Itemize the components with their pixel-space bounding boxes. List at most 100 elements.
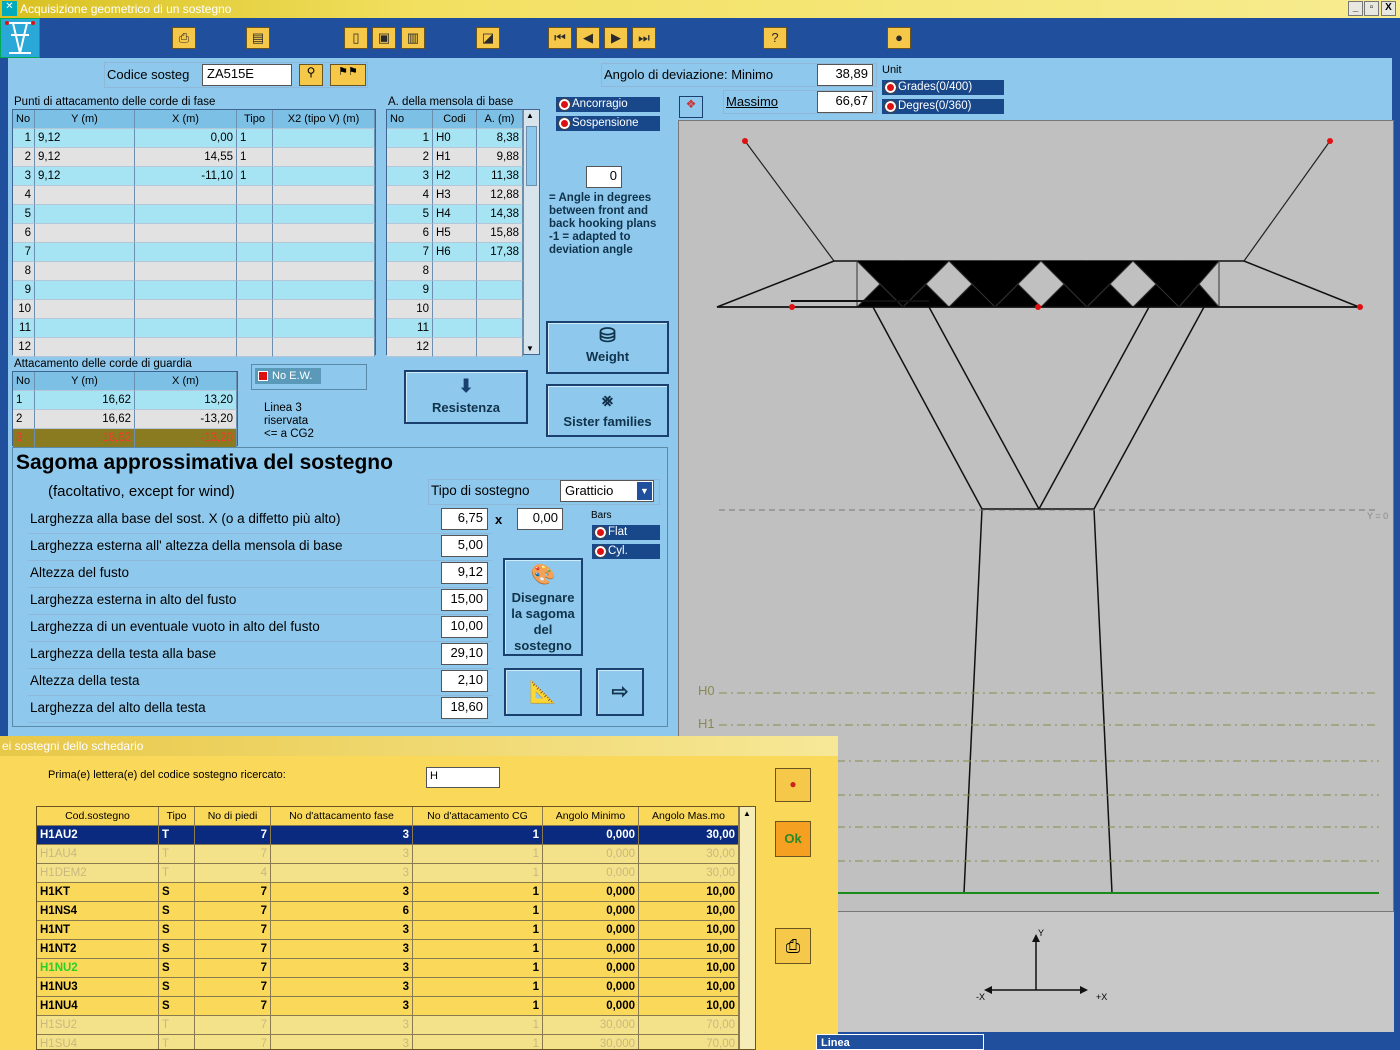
table-cell[interactable]: 0,000: [543, 883, 639, 902]
minimize-button[interactable]: _: [1348, 1, 1363, 16]
help-icon[interactable]: ?: [763, 27, 787, 49]
table-cell[interactable]: 3: [271, 883, 413, 902]
tipo-select[interactable]: Gratticio ▼: [560, 480, 654, 502]
table-cell[interactable]: 2: [387, 148, 433, 167]
angolo-max-input[interactable]: 66,67: [817, 91, 873, 113]
table-cell[interactable]: 12: [13, 338, 35, 357]
table-row[interactable]: H1NU4 S 7 3 1 0,000 10,00: [37, 997, 739, 1016]
table-cell[interactable]: 9,88: [477, 148, 523, 167]
column-header[interactable]: Angolo Mas.mo: [639, 807, 739, 826]
table-cell[interactable]: 16,62: [35, 391, 135, 410]
table-row[interactable]: H1KT S 7 3 1 0,000 10,00: [37, 883, 739, 902]
table-cell[interactable]: 0,000: [543, 864, 639, 883]
table-cell[interactable]: [35, 224, 135, 243]
table-cell[interactable]: [237, 300, 273, 319]
table-cell[interactable]: H5: [433, 224, 477, 243]
table-cell[interactable]: [273, 129, 375, 148]
table-cell[interactable]: T: [159, 826, 195, 845]
table-cell[interactable]: -13,20: [135, 429, 237, 448]
table-cell[interactable]: 30,00: [639, 845, 739, 864]
column-header[interactable]: No: [13, 110, 35, 129]
table-row[interactable]: 10: [387, 300, 539, 319]
table-cell[interactable]: 0,000: [543, 997, 639, 1016]
table-cell[interactable]: 10,00: [639, 978, 739, 997]
scroll-up-icon[interactable]: ▲: [743, 809, 751, 818]
table-cell[interactable]: H6: [433, 243, 477, 262]
table-cell[interactable]: 13,20: [135, 391, 237, 410]
table-cell[interactable]: 16,62: [35, 410, 135, 429]
table-row[interactable]: 1 9,12 0,00 1: [13, 129, 375, 148]
color-palette-icon[interactable]: ❖: [679, 96, 703, 118]
table-cell[interactable]: 3: [271, 845, 413, 864]
table-row[interactable]: H1NS4 S 7 6 1 0,000 10,00: [37, 902, 739, 921]
scroll-up-icon[interactable]: ▲: [526, 111, 534, 120]
table-cell[interactable]: H1NS4: [37, 902, 159, 921]
table-cell[interactable]: S: [159, 902, 195, 921]
column-header[interactable]: No: [13, 372, 35, 391]
column-header[interactable]: A. (m): [477, 110, 523, 129]
table-cell[interactable]: [433, 262, 477, 281]
table-cell[interactable]: [135, 319, 237, 338]
table-cell[interactable]: S: [159, 883, 195, 902]
table-cell[interactable]: H4: [433, 205, 477, 224]
table-cell[interactable]: [35, 205, 135, 224]
table-row[interactable]: 7: [13, 243, 375, 262]
table-row[interactable]: 12: [13, 338, 375, 357]
sagoma-field-input[interactable]: 15,00: [441, 589, 488, 611]
sostegni-table[interactable]: Cod.sostegno Tipo No di piedi No d'attacame…: [36, 806, 756, 1050]
table-cell[interactable]: 10,00: [639, 921, 739, 940]
table-cell[interactable]: T: [159, 845, 195, 864]
table-cell[interactable]: [35, 300, 135, 319]
table-row[interactable]: H1SU4 T 7 3 1 30,000 70,00: [37, 1035, 739, 1049]
table-cell[interactable]: 1: [413, 940, 543, 959]
table-cell[interactable]: [35, 186, 135, 205]
column-header[interactable]: X (m): [135, 372, 237, 391]
table-cell[interactable]: 17,38: [477, 243, 523, 262]
table-cell[interactable]: 9,12: [35, 129, 135, 148]
table-cell[interactable]: S: [159, 959, 195, 978]
table-cell[interactable]: [273, 243, 375, 262]
table-row[interactable]: 9: [387, 281, 539, 300]
table-row[interactable]: 5 H4 14,38: [387, 205, 539, 224]
table-row[interactable]: 7 H6 17,38: [387, 243, 539, 262]
table-cell[interactable]: S: [159, 997, 195, 1016]
table-cell[interactable]: 1: [387, 129, 433, 148]
ok-button[interactable]: Ok: [775, 821, 811, 857]
table-cell[interactable]: 10,00: [639, 959, 739, 978]
column-header[interactable]: Tipo: [159, 807, 195, 826]
table-cell[interactable]: [477, 338, 523, 357]
eraser-icon[interactable]: ◪: [476, 27, 500, 49]
first-record-icon[interactable]: ⏮: [548, 27, 572, 49]
table-cell[interactable]: H1NU4: [37, 997, 159, 1016]
column-header[interactable]: X2 (tipo V) (m): [273, 110, 375, 129]
table-cell[interactable]: 30,00: [639, 826, 739, 845]
table-row[interactable]: 3 9,12 -11,10 1: [13, 167, 375, 186]
table-row[interactable]: H1NU3 S 7 3 1 0,000 10,00: [37, 978, 739, 997]
sagoma-field-input[interactable]: 29,10: [441, 643, 488, 665]
table-row[interactable]: H1NT2 S 7 3 1 0,000 10,00: [37, 940, 739, 959]
table-cell[interactable]: 3: [271, 1016, 413, 1035]
table-cell[interactable]: [433, 281, 477, 300]
table-cell[interactable]: 3: [271, 864, 413, 883]
sagoma-field-input[interactable]: 9,12: [441, 562, 488, 584]
table-cell[interactable]: -11,10: [135, 167, 237, 186]
table-cell[interactable]: [237, 319, 273, 338]
column-header[interactable]: Angolo Minimo: [543, 807, 639, 826]
table-cell[interactable]: [273, 262, 375, 281]
table-cell[interactable]: [135, 300, 237, 319]
scrollbar[interactable]: ▲ ▼: [523, 110, 539, 354]
table-cell[interactable]: 6: [271, 902, 413, 921]
table-row[interactable]: 9: [13, 281, 375, 300]
export-icon[interactable]: ⇨: [596, 668, 644, 716]
guardia-grid[interactable]: No Y (m) X (m) 1 16,62 13,20 2 16,62 -13,20 3 16,6…: [12, 371, 238, 448]
table-cell[interactable]: 0,000: [543, 978, 639, 997]
table-cell[interactable]: 14,38: [477, 205, 523, 224]
table-cell[interactable]: H1AU4: [37, 845, 159, 864]
next-record-icon[interactable]: ▶: [604, 27, 628, 49]
table-cell[interactable]: [273, 148, 375, 167]
table-cell[interactable]: [273, 281, 375, 300]
scrollbar[interactable]: ▲: [739, 807, 755, 1049]
table-cell[interactable]: 8: [387, 262, 433, 281]
table-cell[interactable]: 1: [237, 167, 273, 186]
hooking-angle-input[interactable]: 0: [586, 166, 622, 188]
